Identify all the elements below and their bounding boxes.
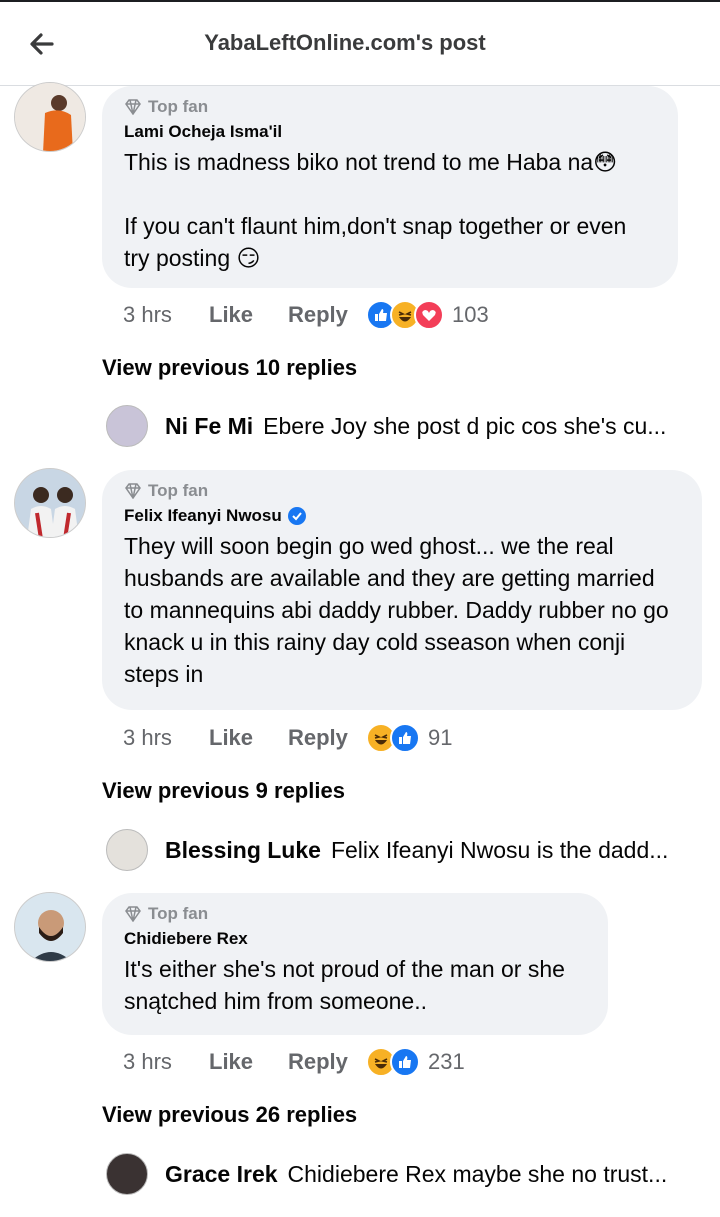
comment-author[interactable]: Felix Ifeanyi Nwosu (124, 506, 680, 526)
reply-button[interactable]: Reply (288, 302, 366, 328)
view-previous-replies[interactable]: View previous 9 replies (102, 778, 345, 804)
like-button[interactable]: Like (209, 302, 288, 328)
reaction-count[interactable]: 231 (428, 1049, 465, 1075)
top-fan-badge: Top fan (124, 96, 656, 118)
page-title: YabaLeftOnline.com's post (204, 30, 486, 55)
comment-author[interactable]: Lami Ocheja Isma'il (124, 122, 656, 142)
reactions[interactable] (366, 1047, 420, 1077)
author-name[interactable]: Lami Ocheja Isma'il (124, 122, 282, 142)
avatar[interactable] (14, 82, 86, 152)
comment-author[interactable]: Chidiebere Rex (124, 929, 586, 949)
comment-text: They will soon begin go wed ghost... we … (124, 533, 676, 687)
like-reaction-icon (390, 1047, 420, 1077)
top-fan-label: Top fan (148, 97, 209, 116)
comment-time[interactable]: 3 hrs (123, 1049, 209, 1075)
reply-author[interactable]: Ni Fe Mi (165, 413, 253, 440)
like-reaction-icon (390, 723, 420, 753)
reactions[interactable] (366, 300, 444, 330)
comment-bubble[interactable]: Top fan Chidiebere Rex It's either she's… (102, 893, 608, 1035)
comment-bubble[interactable]: Top fan Lami Ocheja Isma'il This is madn… (102, 86, 678, 288)
reaction-count[interactable]: 91 (428, 725, 452, 751)
top-fan-badge: Top fan (124, 480, 680, 502)
comment-text: It's either she's not proud of the man o… (124, 956, 572, 1014)
reply-avatar[interactable] (106, 829, 148, 871)
reply-avatar[interactable] (106, 1153, 148, 1195)
verified-badge-icon (287, 507, 306, 525)
comment-time[interactable]: 3 hrs (123, 302, 209, 328)
reply-author[interactable]: Blessing Luke (165, 837, 321, 864)
reply-author[interactable]: Grace Irek (165, 1161, 278, 1188)
like-button[interactable]: Like (209, 725, 288, 751)
comment-text: This is madness biko not trend to me Hab… (124, 149, 627, 271)
top-bar: YabaLeftOnline.com's post (0, 0, 720, 86)
reply-text: Ebere Joy she post d pic cos she's cu... (263, 412, 667, 439)
comment-bubble[interactable]: Top fan Felix Ifeanyi Nwosu They will so… (102, 470, 702, 710)
top-fan-badge: Top fan (124, 903, 586, 925)
view-previous-replies[interactable]: View previous 26 replies (102, 1102, 357, 1128)
reply-button[interactable]: Reply (288, 1049, 366, 1075)
comment-actions: 3 hrs Like Reply 103 (123, 300, 489, 330)
comment-actions: 3 hrs Like Reply 91 (123, 723, 452, 753)
reply-text: Felix Ifeanyi Nwosu is the dadd... (330, 836, 669, 863)
diamond-icon (125, 906, 141, 922)
latest-reply[interactable]: Grace Irek Chidiebere Rex maybe she no t… (106, 1152, 667, 1196)
love-reaction-icon (414, 300, 444, 330)
reactions[interactable] (366, 723, 420, 753)
author-name[interactable]: Chidiebere Rex (124, 929, 248, 949)
reply-text: Chidiebere Rex maybe she no trust... (287, 1160, 668, 1187)
avatar[interactable] (14, 468, 86, 538)
diamond-icon (125, 99, 141, 115)
latest-reply[interactable]: Blessing Luke Felix Ifeanyi Nwosu is the… (106, 828, 668, 872)
top-fan-label: Top fan (148, 904, 209, 923)
comment-actions: 3 hrs Like Reply 231 (123, 1047, 465, 1077)
latest-reply[interactable]: Ni Fe Mi Ebere Joy she post d pic cos sh… (106, 404, 666, 448)
diamond-icon (125, 483, 141, 499)
author-name[interactable]: Felix Ifeanyi Nwosu (124, 506, 282, 526)
like-button[interactable]: Like (209, 1049, 288, 1075)
view-previous-replies[interactable]: View previous 10 replies (102, 355, 357, 381)
comment-time[interactable]: 3 hrs (123, 725, 209, 751)
avatar[interactable] (14, 892, 86, 962)
reply-button[interactable]: Reply (288, 725, 366, 751)
reply-avatar[interactable] (106, 405, 148, 447)
top-fan-label: Top fan (148, 481, 209, 500)
reaction-count[interactable]: 103 (452, 302, 489, 328)
